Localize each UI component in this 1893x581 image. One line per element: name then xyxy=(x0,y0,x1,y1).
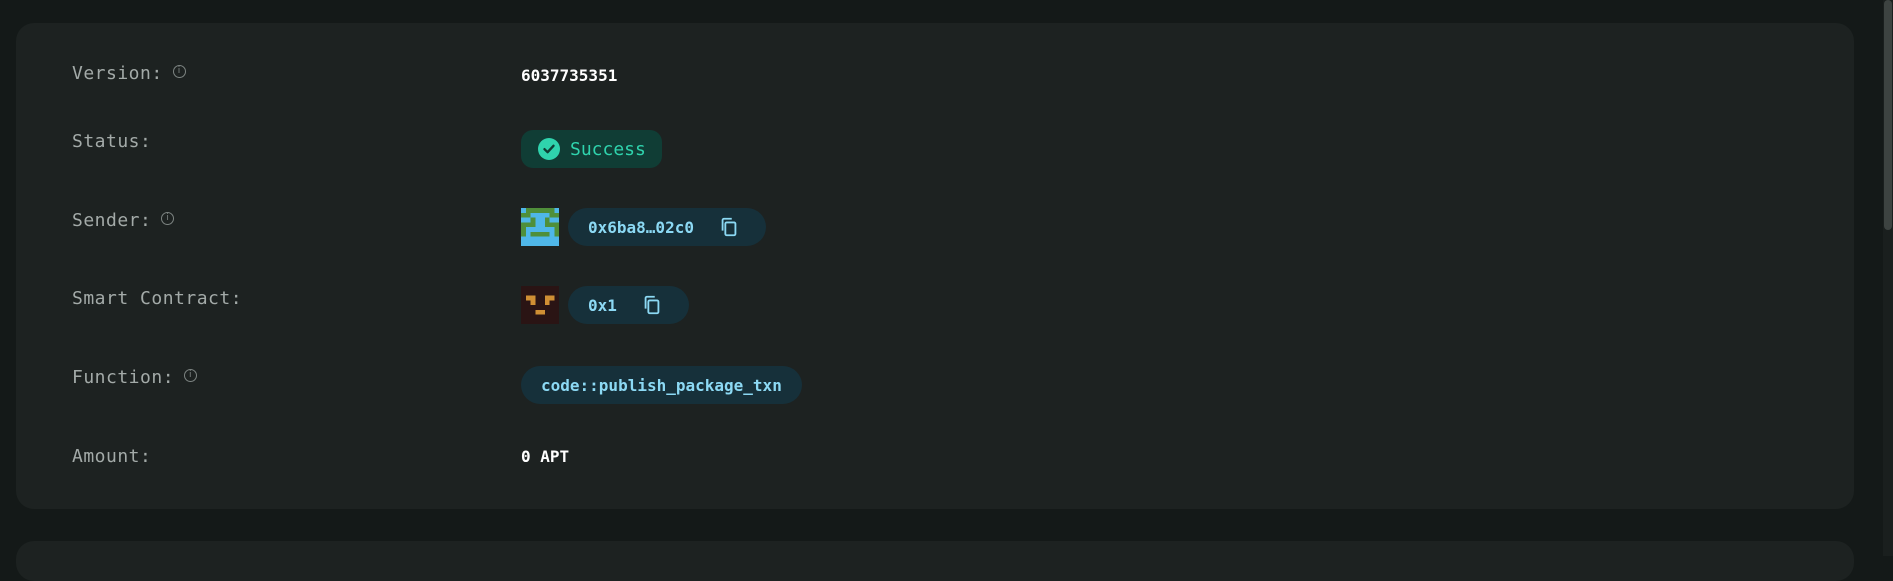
version-label: Version: i xyxy=(72,63,186,84)
scrollbar[interactable] xyxy=(1883,0,1893,556)
status-label: Status: xyxy=(72,131,151,152)
function-name[interactable]: code::publish_package_txn xyxy=(541,376,782,395)
contract-address-chip[interactable]: 0x1 xyxy=(568,286,689,324)
copy-icon[interactable] xyxy=(718,216,740,238)
info-icon[interactable]: i xyxy=(161,212,175,225)
sender-avatar xyxy=(521,208,559,246)
contract-avatar xyxy=(521,286,559,324)
sender-label: Sender: i xyxy=(72,210,175,231)
status-value: Success xyxy=(521,130,662,168)
sender-address-chip[interactable]: 0x6ba8…02c0 xyxy=(568,208,766,246)
check-circle-icon xyxy=(538,138,560,160)
status-text: Success xyxy=(570,138,646,160)
contract-address[interactable]: 0x1 xyxy=(588,296,617,315)
smart-contract-label-text: Smart Contract: xyxy=(72,288,243,309)
status-label-text: Status: xyxy=(72,131,152,152)
function-value: code::publish_package_txn xyxy=(521,366,802,404)
transaction-overview-card: Version: i 6037735351 Status: Success Se… xyxy=(16,23,1854,509)
copy-icon[interactable] xyxy=(641,294,663,316)
sender-value: 0x6ba8…02c0 xyxy=(521,208,766,246)
info-icon[interactable]: i xyxy=(172,65,186,78)
amount-label-text: Amount: xyxy=(72,446,152,467)
info-icon[interactable]: i xyxy=(184,369,198,382)
sender-label-text: Sender: xyxy=(72,210,152,231)
function-label: Function: i xyxy=(72,367,198,388)
amount-value: 0 APT xyxy=(521,447,570,466)
function-label-text: Function: xyxy=(72,367,175,388)
amount-label: Amount: xyxy=(72,446,151,467)
version-value: 6037735351 xyxy=(521,66,618,85)
smart-contract-label: Smart Contract: xyxy=(72,288,242,309)
function-chip[interactable]: code::publish_package_txn xyxy=(521,366,802,404)
smart-contract-value: 0x1 xyxy=(521,286,689,324)
scrollbar-thumb[interactable] xyxy=(1884,0,1892,230)
sender-address[interactable]: 0x6ba8…02c0 xyxy=(588,218,694,237)
next-card xyxy=(16,541,1854,581)
version-label-text: Version: xyxy=(72,63,163,84)
status-badge: Success xyxy=(521,130,662,168)
